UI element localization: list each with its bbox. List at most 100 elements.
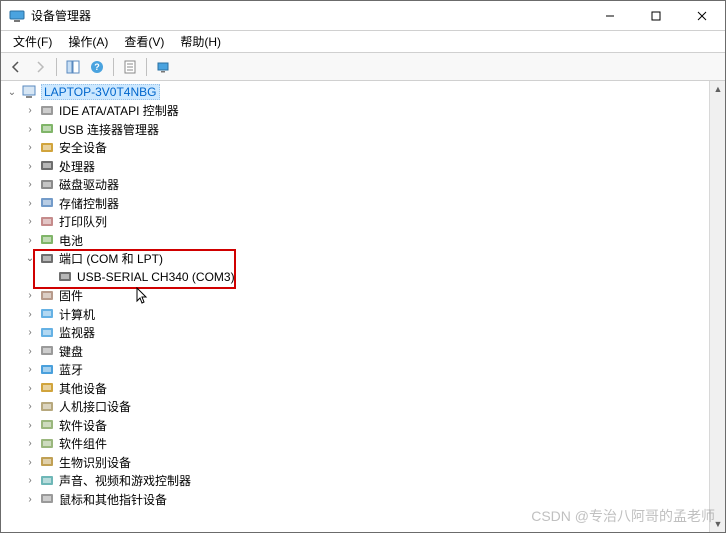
- content-area: ⌄ LAPTOP-3V0T4NBG › IDE ATA/ATAPI 控制器 › …: [1, 81, 725, 532]
- tree-category[interactable]: ⌄ 端口 (COM 和 LPT): [1, 250, 709, 269]
- window-controls: [587, 1, 725, 31]
- tree-category[interactable]: › 蓝牙: [1, 361, 709, 380]
- device-category-icon: [39, 140, 55, 156]
- titlebar: 设备管理器: [1, 1, 725, 31]
- chevron-right-icon[interactable]: ›: [23, 400, 37, 414]
- device-category-icon: [39, 214, 55, 230]
- tree-category[interactable]: › 安全设备: [1, 139, 709, 158]
- chevron-right-icon[interactable]: ›: [23, 326, 37, 340]
- chevron-right-icon[interactable]: ›: [23, 381, 37, 395]
- tree-category[interactable]: › 计算机: [1, 305, 709, 324]
- tree-item-label: 处理器: [59, 158, 95, 175]
- tree-item-label: 键盘: [59, 343, 83, 360]
- show-hide-tree-button[interactable]: [62, 56, 84, 78]
- chevron-right-icon[interactable]: ›: [23, 122, 37, 136]
- tree-item-label: 软件组件: [59, 435, 107, 452]
- chevron-right-icon[interactable]: ›: [23, 307, 37, 321]
- tree-category[interactable]: › 声音、视频和游戏控制器: [1, 472, 709, 491]
- tree-category[interactable]: › USB 连接器管理器: [1, 120, 709, 139]
- device-category-icon: [39, 491, 55, 507]
- scroll-down-icon[interactable]: ▼: [710, 516, 725, 532]
- maximize-button[interactable]: [633, 1, 679, 31]
- chevron-right-icon[interactable]: ›: [23, 474, 37, 488]
- device-category-icon: [39, 399, 55, 415]
- tree-category[interactable]: › 人机接口设备: [1, 398, 709, 417]
- tree-category[interactable]: › 处理器: [1, 157, 709, 176]
- chevron-down-icon[interactable]: ⌄: [5, 85, 19, 99]
- device-category-icon: [39, 362, 55, 378]
- chevron-right-icon[interactable]: ›: [23, 104, 37, 118]
- tree-item-label: 蓝牙: [59, 361, 83, 378]
- chevron-right-icon[interactable]: ›: [23, 344, 37, 358]
- tree-category[interactable]: › 软件组件: [1, 435, 709, 454]
- chevron-right-icon[interactable]: ›: [23, 492, 37, 506]
- tree-item-label: 存储控制器: [59, 195, 119, 212]
- scroll-up-icon[interactable]: ▲: [710, 81, 725, 97]
- tree-category[interactable]: › 键盘: [1, 342, 709, 361]
- tree-item-label: 人机接口设备: [59, 398, 131, 415]
- tree-category[interactable]: › 磁盘驱动器: [1, 176, 709, 195]
- menu-help[interactable]: 帮助(H): [172, 31, 229, 52]
- tree-item-label: 鼠标和其他指针设备: [59, 491, 167, 508]
- chevron-down-icon[interactable]: ⌄: [23, 252, 37, 266]
- device-icon: [57, 269, 73, 285]
- tree-item-label: IDE ATA/ATAPI 控制器: [59, 102, 179, 119]
- device-category-icon: [39, 380, 55, 396]
- tree-category[interactable]: › 电池: [1, 231, 709, 250]
- device-category-icon: [39, 177, 55, 193]
- device-category-icon: [39, 325, 55, 341]
- tree-category[interactable]: › 监视器: [1, 324, 709, 343]
- device-category-icon: [39, 343, 55, 359]
- device-category-icon: [39, 288, 55, 304]
- chevron-right-icon[interactable]: ›: [23, 141, 37, 155]
- svg-text:?: ?: [94, 62, 100, 72]
- menubar: 文件(F) 操作(A) 查看(V) 帮助(H): [1, 31, 725, 53]
- tree-item-label: USB-SERIAL CH340 (COM3): [77, 270, 235, 284]
- menu-file[interactable]: 文件(F): [5, 31, 60, 52]
- chevron-right-icon[interactable]: ›: [23, 196, 37, 210]
- forward-button[interactable]: [29, 56, 51, 78]
- device-category-icon: [39, 417, 55, 433]
- computer-icon: [21, 84, 37, 100]
- chevron-right-icon[interactable]: ›: [23, 363, 37, 377]
- device-category-icon: [39, 195, 55, 211]
- tree-category[interactable]: › 存储控制器: [1, 194, 709, 213]
- chevron-right-icon[interactable]: ›: [23, 178, 37, 192]
- device-category-icon: [39, 232, 55, 248]
- window: 设备管理器 文件(F) 操作(A) 查看(V) 帮助(H): [0, 0, 726, 533]
- tree-item-label: 声音、视频和游戏控制器: [59, 472, 191, 489]
- tree-category[interactable]: › 生物识别设备: [1, 453, 709, 472]
- chevron-right-icon[interactable]: ›: [23, 215, 37, 229]
- chevron-right-icon[interactable]: ›: [23, 455, 37, 469]
- help-button[interactable]: ?: [86, 56, 108, 78]
- menu-view[interactable]: 查看(V): [116, 31, 172, 52]
- tree-item-label: 计算机: [59, 306, 95, 323]
- tree-category[interactable]: › 固件: [1, 287, 709, 306]
- tree-category[interactable]: › IDE ATA/ATAPI 控制器: [1, 102, 709, 121]
- app-icon: [9, 8, 25, 24]
- back-button[interactable]: [5, 56, 27, 78]
- vertical-scrollbar[interactable]: ▲ ▼: [709, 81, 725, 532]
- tree-category[interactable]: › 鼠标和其他指针设备: [1, 490, 709, 509]
- chevron-right-icon[interactable]: ›: [23, 418, 37, 432]
- tree-root[interactable]: ⌄ LAPTOP-3V0T4NBG: [1, 83, 709, 102]
- scan-hardware-button[interactable]: [152, 56, 174, 78]
- tree-device[interactable]: USB-SERIAL CH340 (COM3): [1, 268, 709, 287]
- chevron-right-icon[interactable]: ›: [23, 437, 37, 451]
- tree-item-label: 监视器: [59, 324, 95, 341]
- tree-category[interactable]: › 打印队列: [1, 213, 709, 232]
- device-category-icon: [39, 473, 55, 489]
- tree-item-label: 生物识别设备: [59, 454, 131, 471]
- chevron-right-icon[interactable]: ›: [23, 159, 37, 173]
- chevron-right-icon[interactable]: ›: [23, 289, 37, 303]
- device-category-icon: [39, 121, 55, 137]
- device-tree[interactable]: ⌄ LAPTOP-3V0T4NBG › IDE ATA/ATAPI 控制器 › …: [1, 81, 709, 532]
- tree-category[interactable]: › 其他设备: [1, 379, 709, 398]
- chevron-right-icon[interactable]: ›: [23, 233, 37, 247]
- tree-item-label: 固件: [59, 287, 83, 304]
- close-button[interactable]: [679, 1, 725, 31]
- minimize-button[interactable]: [587, 1, 633, 31]
- tree-category[interactable]: › 软件设备: [1, 416, 709, 435]
- properties-button[interactable]: [119, 56, 141, 78]
- menu-action[interactable]: 操作(A): [60, 31, 116, 52]
